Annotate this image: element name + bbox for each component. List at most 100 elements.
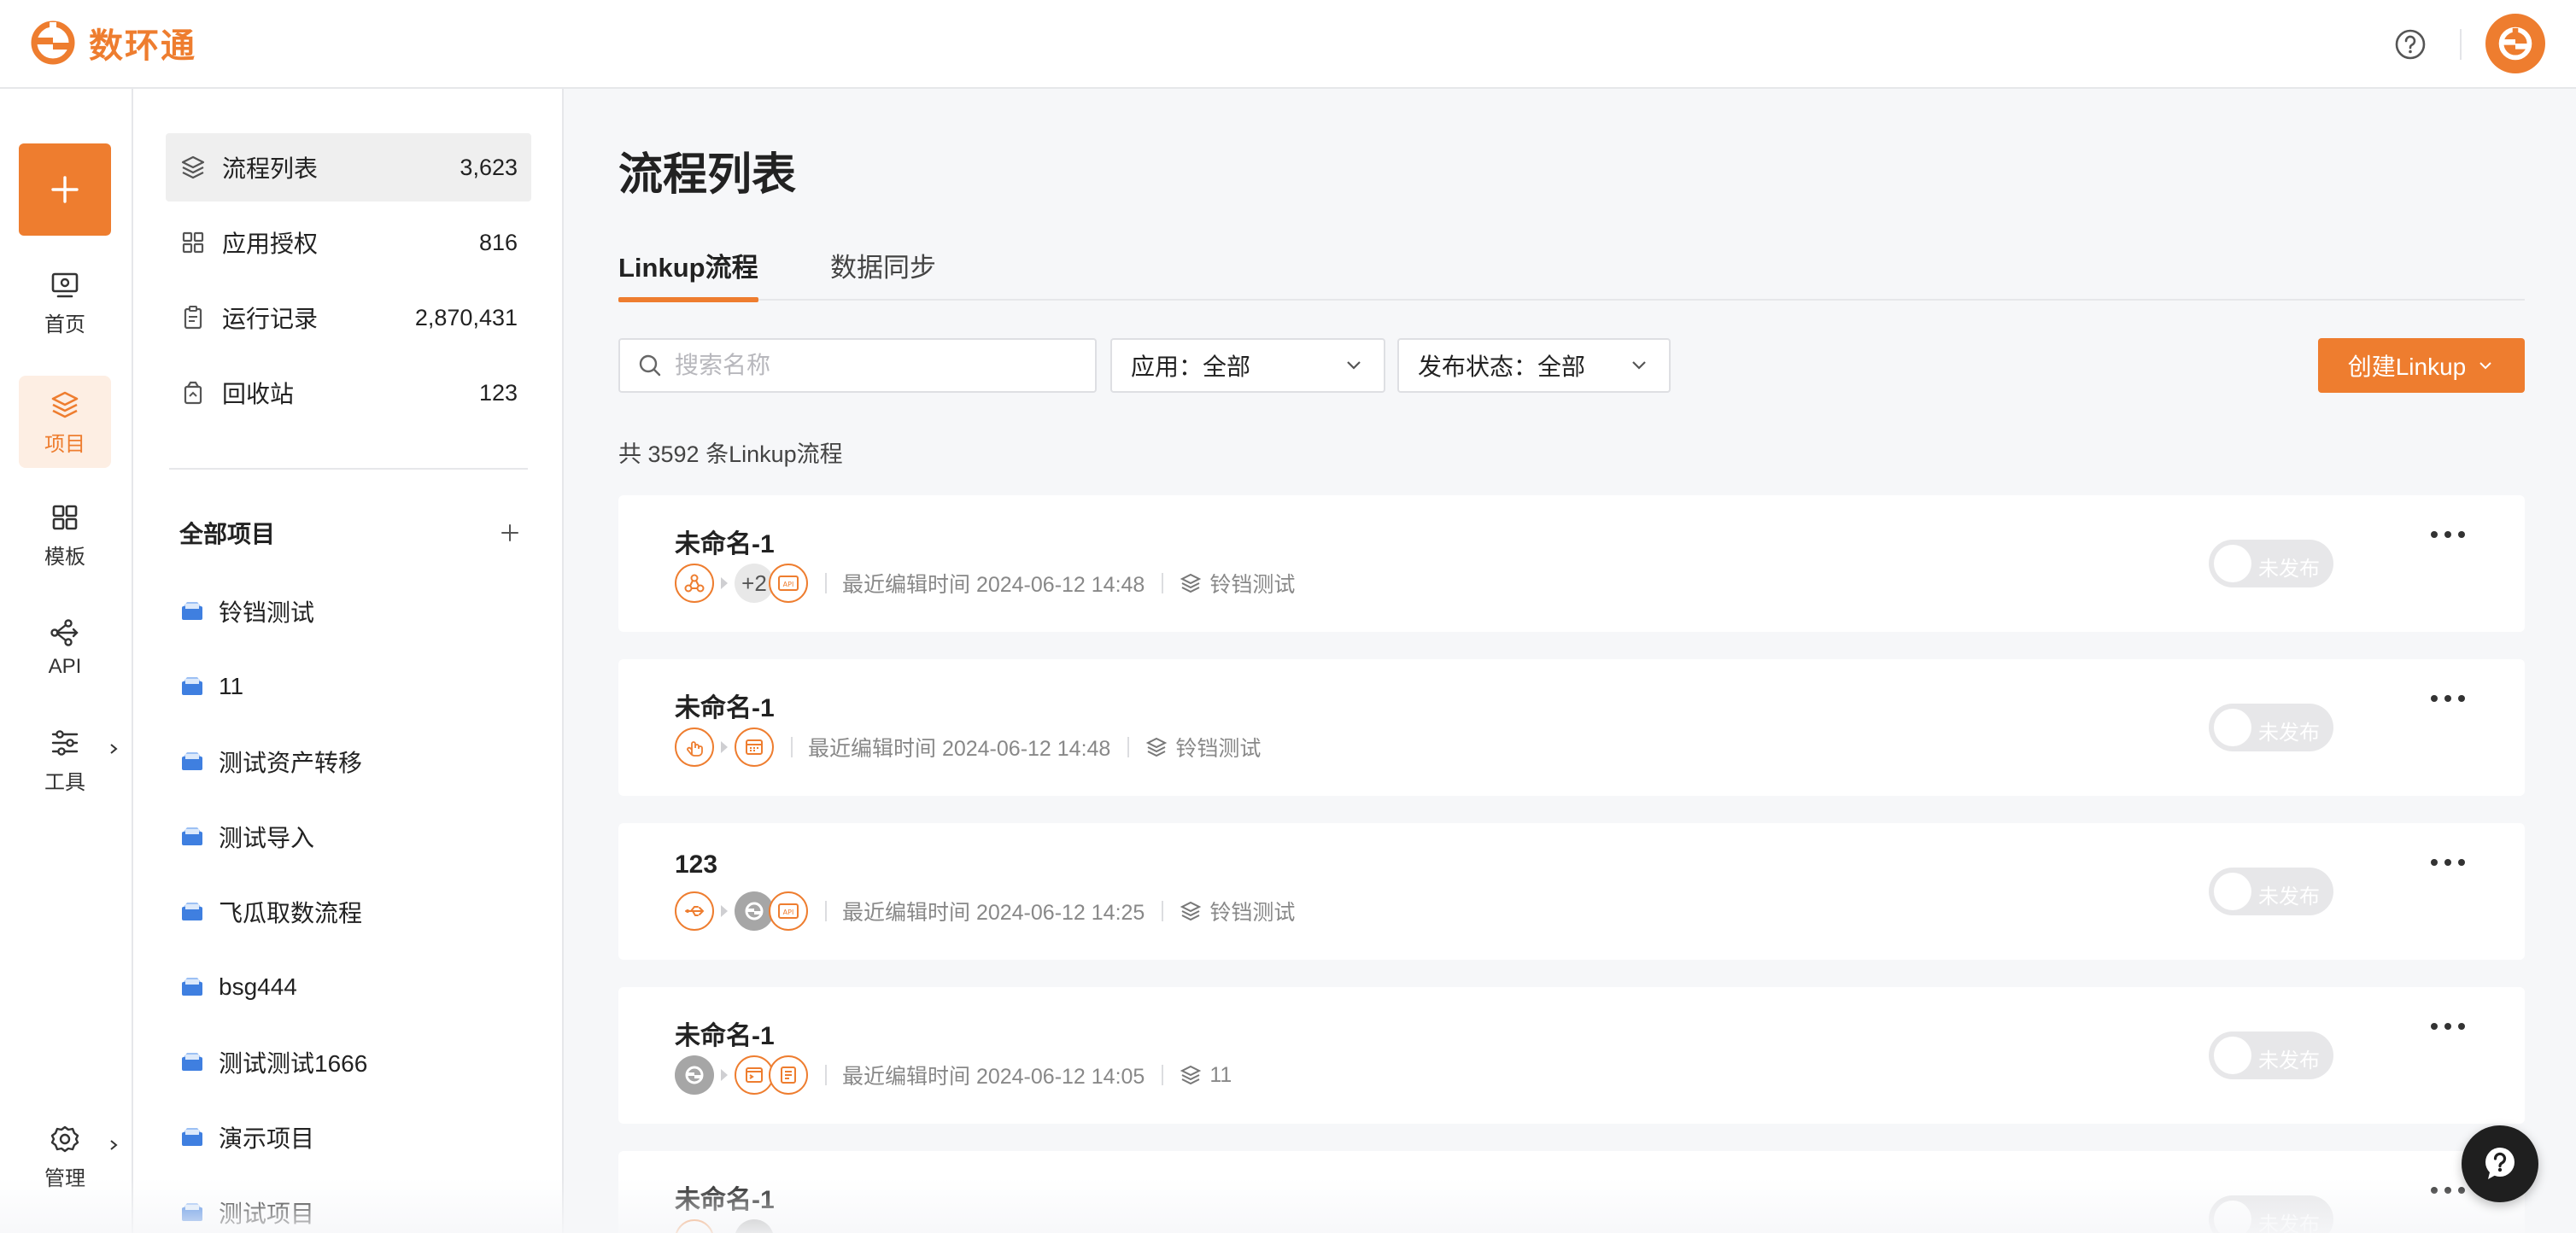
flow-edited-time: 最近编辑时间 2024-06-12 14:25 [842, 901, 1145, 925]
tab-linkup[interactable]: Linkup流程 [618, 246, 758, 302]
top-bar: 数环通 [0, 0, 2576, 89]
panel-item-app-auth[interactable]: 应用授权 816 [166, 208, 531, 277]
nav-projects[interactable]: 项目 [19, 376, 111, 468]
more-options-icon[interactable] [2431, 690, 2465, 707]
more-options-icon[interactable] [2431, 854, 2465, 871]
sync-node-icon [675, 1055, 714, 1095]
nav-templates[interactable]: 模板 [19, 488, 111, 581]
nav-templates-label: 模板 [44, 545, 85, 569]
flow-meta [675, 1219, 774, 1233]
svg-text:API: API [783, 581, 794, 588]
flow-card[interactable]: 未命名-1 最近编辑时间 2024-06-12 14:05 11 未发布 [618, 987, 2525, 1124]
project-item[interactable]: 铃铛测试 [179, 586, 314, 637]
publish-toggle[interactable]: 未发布 [2209, 1031, 2333, 1079]
toggle-knob [2214, 709, 2251, 746]
nav-home-label: 首页 [44, 313, 85, 336]
monitor-icon [51, 272, 79, 297]
search-input[interactable] [675, 352, 1085, 379]
nav-tools[interactable]: 工具 [19, 714, 118, 806]
flow-name: 未命名-1 [675, 694, 775, 722]
document-node-icon [769, 1055, 808, 1095]
panel-item-count: 816 [478, 229, 518, 255]
brand-logo[interactable]: 数环通 [29, 15, 196, 70]
project-name: 测试导入 [219, 825, 315, 851]
flow-project[interactable]: 铃铛测试 [1209, 568, 1295, 599]
project-name: 飞瓜取数流程 [219, 900, 363, 926]
flow-project[interactable]: 11 [1209, 1063, 1232, 1088]
project-folder-icon [182, 1128, 202, 1146]
project-item[interactable]: 测试资产转移 [179, 736, 362, 787]
all-projects-label: 全部项目 [179, 521, 276, 547]
tab-data-sync[interactable]: 数据同步 [830, 246, 936, 301]
brand-name: 数环通 [89, 26, 196, 66]
logo-icon [31, 20, 75, 65]
panel-divider [169, 468, 528, 470]
project-folder-icon [182, 827, 202, 845]
page-title: 流程列表 [618, 150, 797, 200]
layers-icon [1146, 737, 1168, 757]
meta-separator [1162, 1065, 1164, 1085]
project-item[interactable]: 测试导入 [179, 811, 314, 862]
more-options-icon[interactable] [2431, 1018, 2465, 1035]
project-item[interactable]: 测试测试1666 [179, 1037, 367, 1088]
project-item[interactable]: 演示项目 [179, 1112, 314, 1163]
flow-name: 未命名-1 [675, 1022, 775, 1050]
flow-project[interactable]: 铃铛测试 [1175, 732, 1261, 763]
nav-home[interactable]: 首页 [19, 256, 111, 348]
project-name: bsg444 [219, 973, 297, 1000]
panel-item-flow-list[interactable]: 流程列表 3,623 [166, 133, 531, 202]
meta-separator [825, 573, 827, 593]
more-options-icon[interactable] [2431, 526, 2465, 543]
meta-separator [1127, 737, 1130, 757]
meta-separator [1162, 901, 1164, 921]
usb-node-icon [675, 891, 714, 931]
publish-status: 未发布 [2258, 1049, 2320, 1072]
project-folder-icon [182, 1053, 202, 1071]
app-filter-select[interactable]: 应用：全部 [1110, 338, 1385, 393]
nav-admin-label: 管理 [44, 1166, 85, 1190]
publish-toggle[interactable]: 未发布 [2209, 540, 2333, 587]
status-filter-value: 发布状态：全部 [1418, 354, 1586, 380]
meta-separator [825, 1065, 827, 1085]
project-item[interactable]: 飞瓜取数流程 [179, 886, 362, 938]
user-avatar[interactable] [2485, 14, 2545, 73]
grid-icon [52, 505, 78, 529]
flow-card[interactable]: 123 API 最近编辑时间 2024-06-12 14:25 铃铛测试 未发布 [618, 823, 2525, 960]
flow-project[interactable]: 铃铛测试 [1209, 896, 1295, 926]
toggle-knob [2214, 1201, 2251, 1233]
add-project-icon[interactable] [499, 522, 521, 544]
sliders-icon [51, 729, 79, 756]
meta-separator [825, 901, 827, 921]
publish-toggle[interactable]: 未发布 [2209, 1195, 2333, 1233]
help-icon[interactable] [2393, 27, 2427, 61]
api-node-icon: API [769, 564, 808, 603]
webhook-node-icon [675, 564, 714, 603]
project-folder-icon [182, 752, 202, 770]
publish-toggle[interactable]: 未发布 [2209, 868, 2333, 915]
project-item[interactable]: 测试项目 [179, 1187, 314, 1233]
project-folder-icon [182, 903, 202, 920]
layers-icon [51, 391, 79, 418]
nav-admin[interactable]: 管理 [19, 1110, 118, 1202]
more-options-icon[interactable] [2431, 1182, 2465, 1199]
help-chat-button[interactable] [2462, 1125, 2538, 1202]
project-item[interactable]: 11 [179, 661, 243, 712]
flow-edited-time: 最近编辑时间 2024-06-12 14:05 [842, 1065, 1145, 1089]
flow-card[interactable]: 未命名-1 +2 API 最近编辑时间 2024-06-12 14:48 铃铛测… [618, 495, 2525, 632]
flow-arrow [721, 741, 728, 753]
panel-item-count: 2,870,431 [414, 304, 518, 330]
project-item[interactable]: bsg444 [179, 961, 297, 1013]
create-linkup-button[interactable]: 创建Linkup [2318, 338, 2525, 393]
flow-card[interactable]: 未命名-1 未发布 [618, 1151, 2525, 1233]
chevron-right-icon [110, 744, 118, 754]
panel-item-run-records[interactable]: 运行记录 2,870,431 [166, 283, 531, 352]
panel-item-recycle-bin[interactable]: 回收站 123 [166, 359, 531, 427]
status-filter-select[interactable]: 发布状态：全部 [1397, 338, 1671, 393]
nav-api[interactable]: API [19, 601, 111, 693]
flow-card[interactable]: 未命名-1 最近编辑时间 2024-06-12 14:48 铃铛测试 未发布 [618, 659, 2525, 796]
gear-icon [50, 1125, 79, 1152]
api-node-icon: API [769, 891, 808, 931]
chevron-down-icon [2479, 362, 2491, 370]
publish-toggle[interactable]: 未发布 [2209, 704, 2333, 751]
create-button[interactable] [19, 143, 111, 236]
